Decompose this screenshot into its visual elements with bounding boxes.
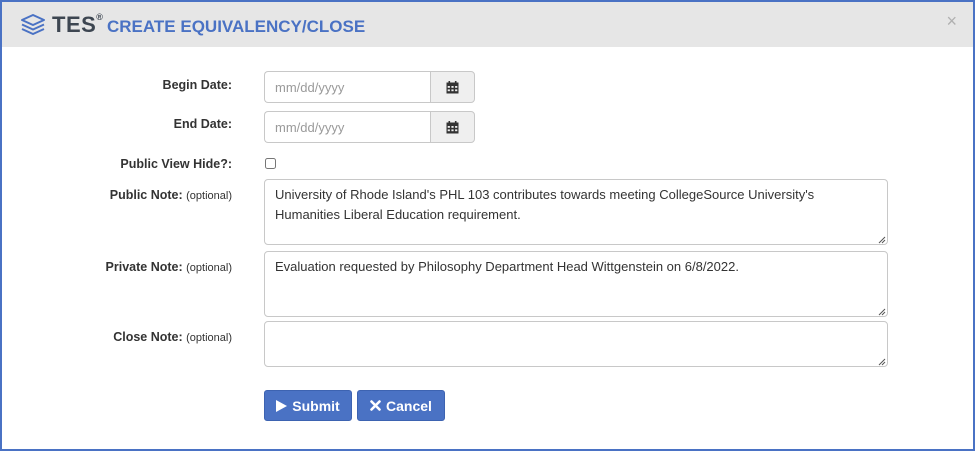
- cancel-button-label: Cancel: [386, 397, 432, 414]
- brand-logo: TES®: [52, 12, 103, 38]
- begin-date-label: Begin Date:: [162, 78, 232, 92]
- end-date-group: [264, 111, 475, 143]
- private-note-textarea[interactable]: [264, 251, 888, 317]
- public-view-hide-label: Public View Hide?:: [120, 157, 232, 171]
- modal-dialog: TES® CREATE EQUIVALENCY/CLOSE × Begin Da…: [0, 0, 975, 451]
- close-note-textarea[interactable]: [264, 321, 888, 367]
- end-date-input[interactable]: [264, 111, 441, 143]
- stack-layers-icon: [21, 14, 45, 35]
- public-note-label: Public Note: (optional): [4, 188, 232, 202]
- close-note-label-text: Close Note:: [113, 330, 183, 344]
- public-note-optional: (optional): [186, 190, 232, 202]
- modal-title: CREATE EQUIVALENCY/CLOSE: [107, 17, 366, 36]
- end-date-label: End Date:: [173, 117, 232, 131]
- modal-header: TES® CREATE EQUIVALENCY/CLOSE ×: [2, 2, 973, 47]
- play-icon: [276, 399, 288, 412]
- submit-button[interactable]: Submit: [264, 390, 352, 421]
- begin-date-group: [264, 71, 475, 103]
- brand-name: TES: [52, 12, 97, 37]
- public-note-textarea[interactable]: [264, 179, 888, 245]
- end-date-calendar-button[interactable]: [430, 111, 475, 143]
- private-note-optional: (optional): [186, 262, 232, 274]
- private-note-label: Private Note: (optional): [4, 260, 232, 274]
- close-note-optional: (optional): [186, 332, 232, 344]
- begin-date-calendar-button[interactable]: [430, 71, 475, 103]
- public-note-label-text: Public Note:: [109, 188, 183, 202]
- close-icon[interactable]: ×: [946, 11, 957, 32]
- brand-mark: ®: [96, 11, 104, 22]
- close-note-label: Close Note: (optional): [4, 330, 232, 344]
- calendar-icon: [446, 80, 459, 93]
- public-view-hide-checkbox[interactable]: [265, 158, 276, 169]
- begin-date-input[interactable]: [264, 71, 441, 103]
- submit-button-label: Submit: [292, 397, 340, 414]
- private-note-label-text: Private Note:: [105, 260, 183, 274]
- calendar-icon: [446, 120, 459, 133]
- cancel-button[interactable]: Cancel: [357, 390, 445, 421]
- times-icon: [370, 400, 381, 411]
